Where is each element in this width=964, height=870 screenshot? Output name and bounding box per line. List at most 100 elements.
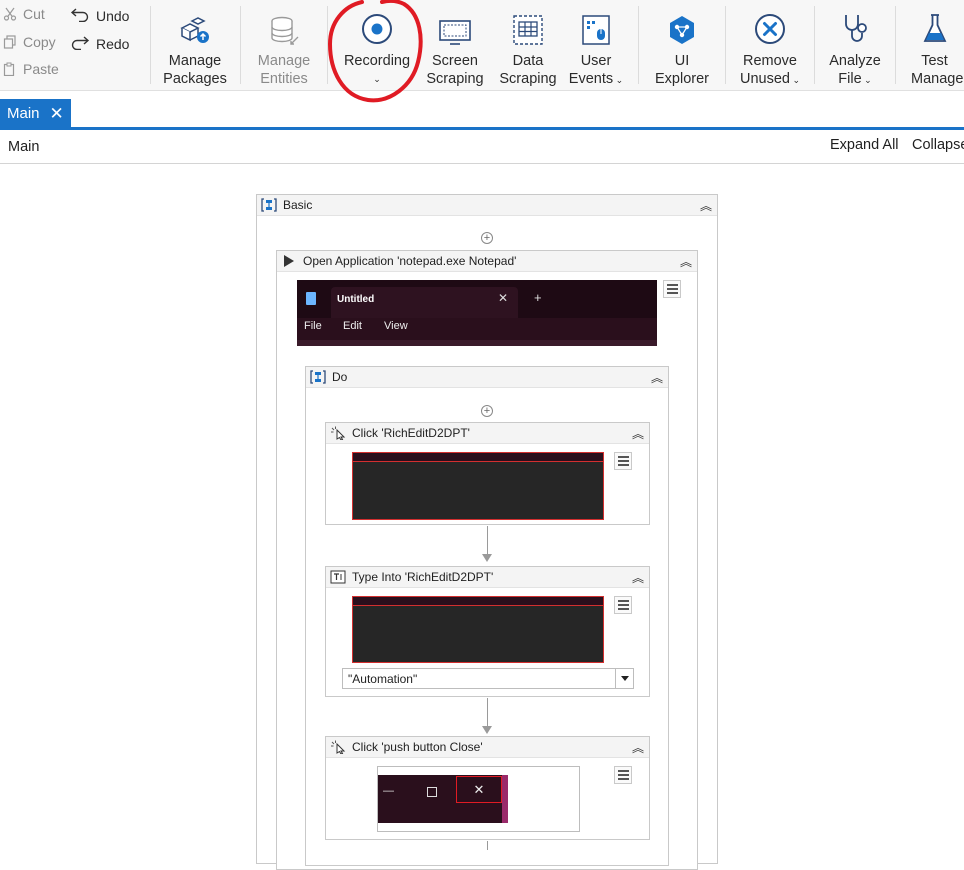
notepad-tab-title: Untitled [337,294,375,305]
ui-explorer-button[interactable]: UI Explorer [648,0,716,90]
notepad-content-strip [297,340,657,346]
cut-button[interactable]: Cut [2,6,45,22]
clipboard-group: Cut Copy Paste [0,0,60,90]
ribbon-separator [638,6,639,84]
remove-unused-label-1: Remove [743,53,797,69]
test-manager-label-1: Test [921,53,948,69]
activity-click-richedit[interactable]: Click 'RichEditD2DPT' ︽ [325,422,650,525]
sequence-icon [261,198,277,212]
options-menu-icon[interactable] [663,280,681,298]
text-input-field[interactable]: "Automation" [342,668,616,689]
tab-main-label: Main [7,104,40,122]
expand-all-link[interactable]: Expand All [830,137,899,153]
chevron-down-icon: ⌄ [613,75,624,85]
flow-arrow-icon [482,554,492,562]
stethoscope-icon [840,2,870,46]
manage-packages-button[interactable]: Manage Packages [158,0,232,90]
test-manager-label-2: Manage [911,71,964,87]
ribbon-separator [814,6,815,84]
type-into-title: Type Into 'RichEditD2DPT' [352,570,494,584]
copy-button[interactable]: Copy [2,34,56,50]
collapse-all-link[interactable]: Collapse [912,137,964,153]
ui-explorer-icon [666,2,698,46]
copy-label: Copy [23,34,56,50]
selection-outline [353,605,603,606]
collapse-chevron-icon[interactable]: ︽ [632,425,644,442]
plus-icon: + [534,290,542,305]
activity-click-close[interactable]: Click 'push button Close' ︽ — ✕ [325,736,650,840]
data-scraping-button[interactable]: Data Scraping [497,0,559,90]
options-menu-icon[interactable] [614,452,632,470]
data-scraping-icon [512,2,544,46]
breadcrumb[interactable]: Main [8,139,39,155]
collapse-chevron-icon[interactable]: ︽ [651,369,663,386]
copy-icon [2,34,18,50]
redo-button[interactable]: Redo [70,34,129,53]
preview-edge [502,775,508,823]
document-tab-bar: Main ✕ [0,99,964,130]
sequence-do-header: Do ︽ [306,367,668,388]
paste-button[interactable]: Paste [2,61,59,77]
ribbon-toolbar: Cut Copy Paste Undo Redo Manage Packages… [0,0,964,103]
options-menu-icon[interactable] [614,766,632,784]
undo-button[interactable]: Undo [70,6,129,25]
data-scraping-label-2: Scraping [499,71,557,87]
user-events-icon [581,2,611,46]
screen-scraping-button[interactable]: Screen Scraping [424,0,486,90]
ui-explorer-label-1: UI [674,53,690,69]
test-manager-button[interactable]: Test Manage [905,0,964,90]
play-icon [281,254,297,268]
flow-arrow-icon [482,726,492,734]
collapse-chevron-icon[interactable]: ︽ [680,253,692,270]
flask-icon [905,2,964,46]
selection-outline [353,461,603,462]
user-events-label-2: Events ⌄ [569,70,623,89]
screen-scraping-label-2: Scraping [426,71,484,87]
flow-connector [487,841,488,850]
notepad-icon [306,292,316,305]
add-activity-icon[interactable]: + [481,405,493,417]
manage-packages-label-1: Manage [168,53,222,69]
flow-connector [487,526,488,554]
remove-unused-button[interactable]: Remove Unused ⌄ [735,0,805,90]
redo-label: Redo [96,35,130,52]
manage-entities-button[interactable]: Manage Entities [246,0,322,90]
chevron-down-icon: ⌄ [861,75,872,85]
analyze-file-button[interactable]: Analyze File ⌄ [822,0,888,90]
text-dropdown-button[interactable] [616,668,634,689]
notepad-menu-file: File [304,320,322,332]
manage-entities-label-2: Entities [260,71,308,87]
ui-explorer-label-2: Explorer [655,71,709,87]
manage-packages-label-2: Packages [163,71,227,87]
close-button-preview-frame: — ✕ [377,766,580,832]
click-richedit-header: Click 'RichEditD2DPT' ︽ [326,423,649,444]
click-icon [330,740,346,754]
activity-type-into[interactable]: Type Into 'RichEditD2DPT' ︽ "Automation" [325,566,650,697]
remove-icon [753,2,787,46]
richedit-preview-screenshot [352,452,604,520]
user-events-label-text: Events [568,71,614,87]
remove-unused-label-text: Unused [739,71,790,87]
click-icon [330,426,346,440]
click-richedit-title: Click 'RichEditD2DPT' [352,426,470,440]
collapse-chevron-icon[interactable]: ︽ [632,569,644,586]
close-icon[interactable]: ✕ [50,105,64,122]
packages-icon [178,2,212,46]
collapse-chevron-icon[interactable]: ︽ [632,739,644,756]
undo-label: Undo [96,7,130,24]
open-application-header: Open Application 'notepad.exe Notepad' ︽ [277,251,697,272]
open-application-title: Open Application 'notepad.exe Notepad' [303,254,517,268]
sequence-basic-title: Basic [283,198,313,212]
tab-main[interactable]: Main ✕ [0,99,71,127]
screen-scraping-label-1: Screen [432,53,478,69]
options-menu-icon[interactable] [614,596,632,614]
close-preview-screenshot: — ✕ [378,775,508,823]
chevron-down-icon: ⌄ [789,75,801,85]
cut-label: Cut [23,6,45,22]
user-events-button[interactable]: User Events ⌄ [567,0,625,90]
remove-unused-label-2: Unused ⌄ [740,70,800,89]
add-activity-icon[interactable]: + [481,232,493,244]
collapse-chevron-icon[interactable]: ︽ [700,197,712,214]
annotation-circle [327,0,423,103]
notepad-menu-edit: Edit [343,320,362,332]
